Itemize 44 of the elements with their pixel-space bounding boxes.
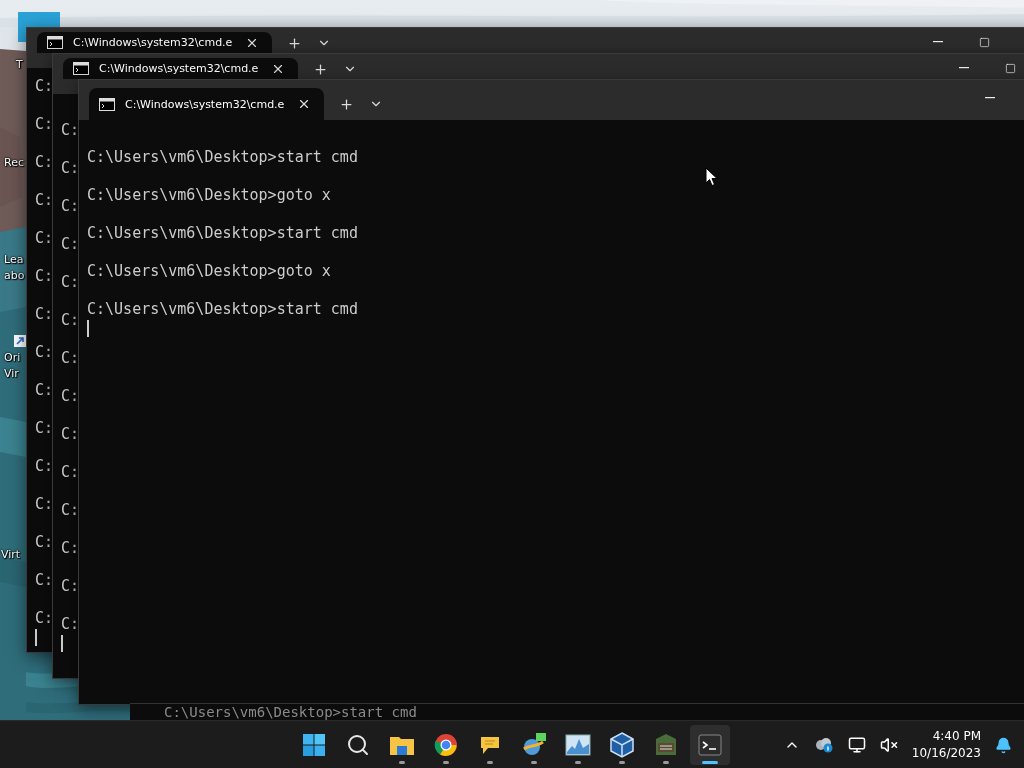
console-line: C: — [35, 533, 54, 552]
console-line: C:\Users\vm6\Desktop>start cmd — [164, 704, 417, 720]
tab-title: C:\Windows\system32\cmd.e — [99, 62, 259, 75]
console-line: C: — [61, 425, 80, 444]
console-line: C:\Users\vm6\Desktop>goto x — [87, 186, 331, 205]
console-line: C: — [35, 305, 54, 324]
clock-date: 10/16/2023 — [911, 745, 981, 762]
console-line: C: — [35, 381, 54, 400]
console-line: C: — [61, 463, 80, 482]
console-line: C:\Users\vm6\Desktop>start cmd — [87, 148, 358, 167]
console-line: C: — [61, 501, 80, 520]
tab-title: C:\Windows\system32\cmd.e — [73, 36, 233, 49]
console-line: C: — [35, 115, 54, 134]
console-line: C: — [61, 615, 80, 634]
console-line: C: — [61, 197, 80, 216]
console-line: C: — [35, 343, 54, 362]
terminal-tab[interactable]: C:\Windows\system32\cmd.e — [63, 58, 299, 79]
console-line: C: — [61, 159, 80, 178]
console-line: C: — [61, 121, 80, 140]
console-line: C: — [35, 191, 54, 210]
console-line: C: — [35, 571, 54, 590]
console-line: C:\Users\vm6\Desktop>goto x — [87, 262, 331, 281]
console-line: C: — [61, 539, 80, 558]
clock[interactable]: 4:40 PM 10/16/2023 — [911, 728, 981, 762]
terminal-tab[interactable]: C:\Windows\system32\cmd.e — [89, 88, 325, 120]
console-line: C: — [35, 77, 54, 96]
console-line: C: — [61, 349, 80, 368]
console-line: C: — [61, 235, 80, 254]
tab-title: C:\Windows\system32\cmd.e — [125, 97, 285, 111]
console-line: C: — [61, 577, 80, 596]
console-line: C: — [61, 387, 80, 406]
console-line: C: — [35, 457, 54, 476]
console-line: C: — [35, 229, 54, 248]
console-line: C: — [35, 419, 54, 438]
terminal-tab[interactable]: C:\Windows\system32\cmd.e — [37, 32, 273, 53]
console-line: C: — [61, 273, 80, 292]
console-line: C:\Users\vm6\Desktop>start cmd — [87, 224, 358, 243]
clock-time: 4:40 PM — [932, 728, 981, 745]
console-line: C: — [35, 609, 54, 628]
console-line: C: — [35, 153, 54, 172]
console-line: C:\Users\vm6\Desktop>start cmd — [87, 300, 358, 319]
console-line: C: — [35, 267, 54, 286]
console-line: C: — [35, 495, 54, 514]
console-line: C: — [61, 311, 80, 330]
